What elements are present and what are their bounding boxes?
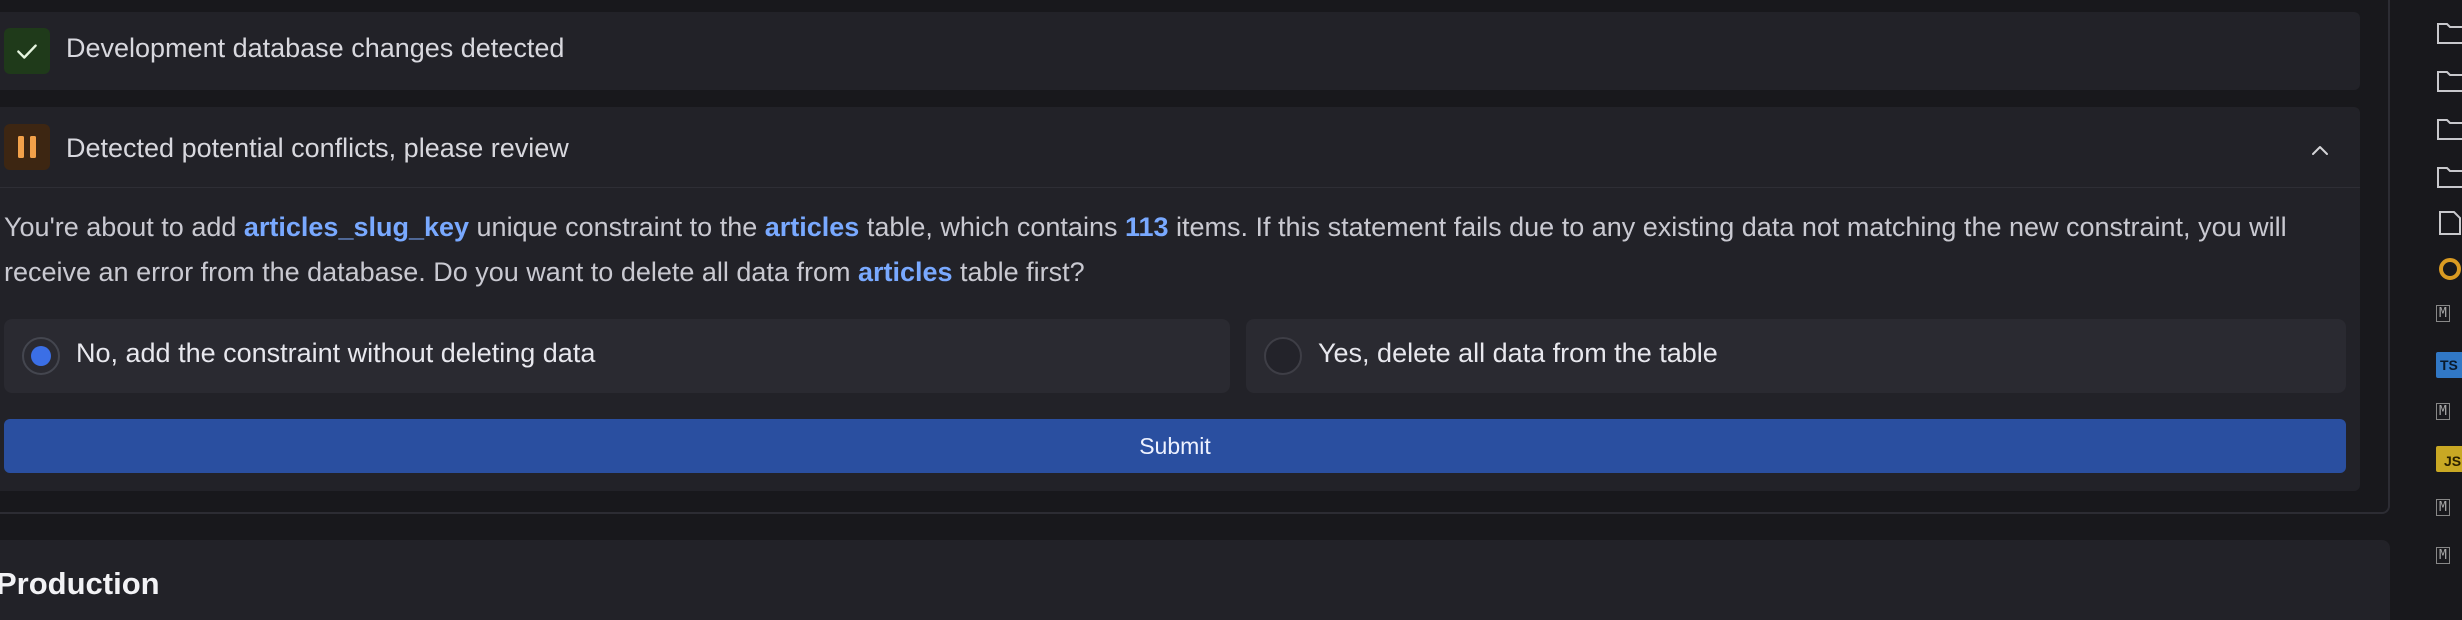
markdown-icon[interactable]: M xyxy=(2436,305,2462,332)
file-icon[interactable] xyxy=(2436,210,2462,236)
desc-text: You're about to add xyxy=(4,212,244,242)
folder-icon[interactable] xyxy=(2436,68,2462,94)
js-badge: JS xyxy=(2444,453,2462,469)
collapse-chevron-up-icon[interactable] xyxy=(2308,139,2332,163)
md-badge: M xyxy=(2436,547,2450,564)
option-delete-data[interactable]: Yes, delete all data from the table xyxy=(1246,319,2346,393)
option-label: No, add the constraint without deleting … xyxy=(76,338,596,368)
md-badge: M xyxy=(2436,499,2450,516)
option-label: Yes, delete all data from the table xyxy=(1318,338,1718,368)
option-keep-data[interactable]: No, add the constraint without deleting … xyxy=(4,319,1230,393)
status-row-dev-changes: Development database changes detected xyxy=(0,12,2360,90)
markdown-icon[interactable]: M xyxy=(2436,499,2462,526)
desc-text: unique constraint to the xyxy=(469,212,765,242)
conflict-title: Detected potential conflicts, please rev… xyxy=(66,133,569,163)
conflict-review-card: Detected potential conflicts, please rev… xyxy=(0,107,2360,491)
check-icon xyxy=(4,28,50,74)
javascript-icon[interactable]: JS xyxy=(2436,446,2462,472)
folder-icon[interactable] xyxy=(2436,20,2462,46)
constraint-name: articles_slug_key xyxy=(243,212,470,242)
markdown-icon[interactable]: M xyxy=(2436,547,2462,574)
status-row-title: Development database changes detected xyxy=(66,33,565,63)
markdown-icon[interactable]: M xyxy=(2436,403,2462,430)
md-badge: M xyxy=(2436,403,2450,420)
table-name: articles xyxy=(764,212,860,242)
typescript-icon[interactable]: TS xyxy=(2436,352,2462,378)
pause-icon xyxy=(4,124,50,170)
ts-badge: TS xyxy=(2440,357,2458,373)
folder-icon[interactable] xyxy=(2436,164,2462,190)
desc-text: table, which contains xyxy=(859,212,1125,242)
radio-selected[interactable] xyxy=(22,337,60,375)
production-section: Production xyxy=(0,540,2390,620)
production-title: Production xyxy=(0,566,160,601)
md-badge: M xyxy=(2436,305,2450,322)
conflict-description: You're about to add articles_slug_key un… xyxy=(4,205,2334,295)
submit-button[interactable]: Submit xyxy=(4,419,2346,473)
conflict-divider xyxy=(0,187,2360,188)
desc-text: table first? xyxy=(952,257,1085,287)
main-panel: Development database changes detected De… xyxy=(0,0,2393,620)
file-tree-sidebar: M TS M JS M M xyxy=(2400,0,2462,600)
ring-icon[interactable] xyxy=(2436,256,2462,282)
folder-icon[interactable] xyxy=(2436,116,2462,142)
radio-unselected[interactable] xyxy=(1264,337,1302,375)
table-name: articles xyxy=(857,257,953,287)
item-count: 113 xyxy=(1124,212,1169,242)
